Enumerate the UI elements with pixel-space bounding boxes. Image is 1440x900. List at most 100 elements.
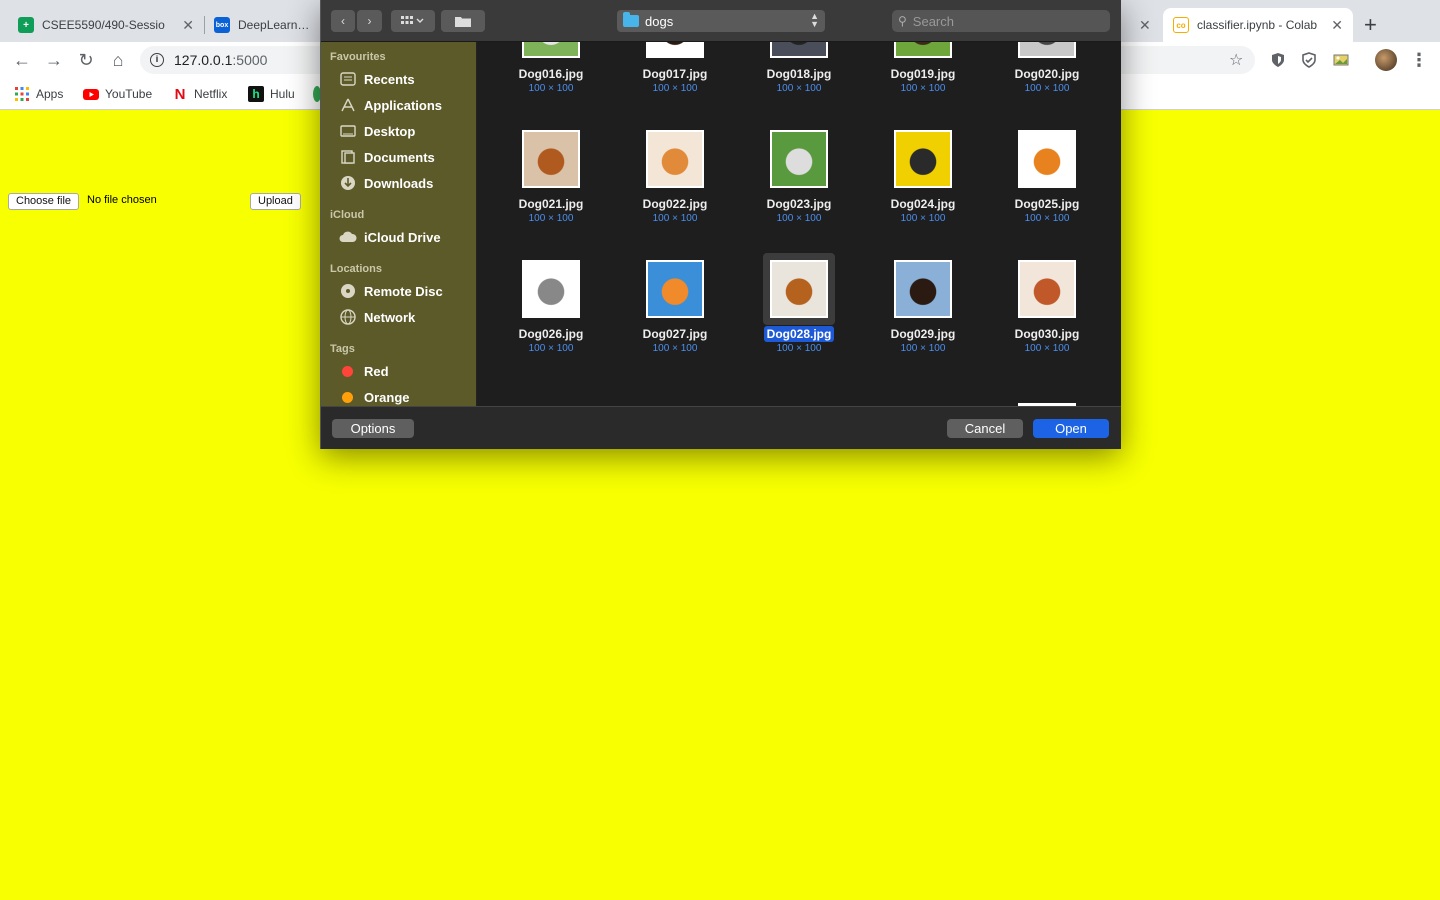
back-chevron-icon[interactable]: ‹	[331, 10, 355, 32]
bookmark-youtube[interactable]: YouTube	[83, 86, 152, 102]
file-thumbnail	[1018, 42, 1076, 58]
applications-icon	[339, 97, 357, 113]
tab-title: CSEE5590/490-Sessio	[42, 18, 165, 32]
file-item[interactable]: Dog017.jpg 100 × 100	[613, 42, 737, 120]
sidebar-item-recents[interactable]: Recents	[339, 68, 415, 90]
disc-icon	[339, 283, 357, 299]
file-item[interactable]: Dog024.jpg 100 × 100	[861, 130, 985, 250]
dog-image	[772, 262, 826, 316]
new-folder-icon[interactable]	[441, 10, 485, 32]
file-item[interactable]: Dog022.jpg 100 × 100	[613, 130, 737, 250]
image-extension-icon[interactable]	[1333, 52, 1349, 68]
file-item[interactable]: Dog016.jpg 100 × 100	[489, 42, 613, 120]
file-item[interactable]: Dog028.jpg 100 × 100	[737, 253, 861, 380]
privacy-extension-icon[interactable]	[1301, 52, 1317, 68]
tab-colab[interactable]: co classifier.ipynb - Colab ✕	[1163, 8, 1353, 42]
forward-arrow-icon[interactable]: →	[44, 50, 64, 70]
close-tab-icon[interactable]: ✕	[1139, 17, 1151, 34]
sidebar-item-label: Downloads	[364, 175, 434, 191]
sidebar-item-network[interactable]: Network	[339, 306, 415, 328]
tab-hidden[interactable]: ✕	[1121, 8, 1161, 42]
sidebar-item-desktop[interactable]: Desktop	[339, 120, 415, 142]
sidebar-heading-icloud: iCloud	[330, 209, 365, 221]
cloud-icon	[339, 229, 357, 245]
file-name-text: Dog020.jpg	[1014, 67, 1080, 81]
file-item[interactable]: Dog020.jpg 100 × 100	[985, 42, 1109, 120]
sidebar-item-downloads[interactable]: Downloads	[339, 172, 433, 194]
dog-image	[1020, 132, 1074, 186]
file-dimensions: 100 × 100	[776, 213, 822, 224]
tab-csee[interactable]: + CSEE5590/490-Sessio ✕	[8, 8, 204, 42]
cancel-button[interactable]: Cancel	[947, 419, 1023, 438]
file-item[interactable]: Dog029.jpg 100 × 100	[861, 260, 985, 380]
folder-path-popup[interactable]: dogs ▲ ▼	[617, 10, 825, 32]
file-item[interactable]: Dog019.jpg 100 × 100	[861, 42, 985, 120]
file-item[interactable]: Dog026.jpg 100 × 100	[489, 260, 613, 380]
dog-image	[772, 42, 826, 56]
info-icon[interactable]: i	[150, 53, 164, 67]
bookmark-hulu[interactable]: h Hulu	[248, 86, 295, 102]
home-icon[interactable]: ⌂	[108, 50, 128, 70]
file-item[interactable]: Dog030.jpg 100 × 100	[985, 260, 1109, 380]
file-name-text: Dog027.jpg	[642, 327, 708, 341]
shield-extension-icon[interactable]	[1270, 52, 1286, 68]
dog-image	[648, 42, 702, 56]
close-tab-icon[interactable]: ✕	[1331, 17, 1343, 34]
current-folder-name: dogs	[645, 13, 674, 29]
downloads-icon	[339, 175, 357, 191]
file-thumbnail	[646, 260, 704, 318]
upload-button[interactable]: Upload	[250, 193, 301, 210]
menu-kebab-icon[interactable]: ⋮	[1409, 50, 1429, 70]
open-button[interactable]: Open	[1033, 419, 1109, 438]
file-item[interactable]: Dog025.jpg 100 × 100	[985, 130, 1109, 250]
red-tag-dot-icon	[342, 365, 353, 377]
icon-grid-icon	[401, 16, 424, 24]
search-field[interactable]: ⚲ Search	[892, 10, 1110, 32]
file-grid: Dog016.jpg 100 × 100 Dog017.jpg 100 × 100 Do…	[477, 42, 1121, 406]
colab-favicon-icon: co	[1173, 17, 1189, 33]
close-tab-icon[interactable]: ✕	[182, 17, 194, 34]
reload-icon[interactable]: ↻	[76, 50, 96, 70]
file-thumbnail	[522, 42, 580, 58]
file-item[interactable]: Dog021.jpg 100 × 100	[489, 130, 613, 250]
dialog-sidebar: Favourites Recents Applications Desktop …	[321, 42, 476, 406]
file-name-text: Dog028.jpg	[763, 326, 835, 342]
bookmark-netflix[interactable]: N Netflix	[172, 86, 228, 103]
bookmark-star-icon[interactable]: ☆	[1229, 50, 1243, 70]
search-icon: ⚲	[898, 14, 907, 28]
updown-chevron-icon: ▲ ▼	[810, 11, 819, 29]
file-item[interactable]: Dog023.jpg 100 × 100	[737, 130, 861, 250]
file-dimensions: 100 × 100	[528, 343, 574, 354]
dog-image	[524, 132, 578, 186]
file-dimensions: 100 × 100	[900, 83, 946, 94]
file-item[interactable]: Dog018.jpg 100 × 100	[737, 42, 861, 120]
bookmark-apps[interactable]: Apps	[14, 86, 63, 102]
search-placeholder: Search	[912, 13, 954, 29]
dog-image	[648, 132, 702, 186]
sidebar-item-icloud-drive[interactable]: iCloud Drive	[339, 226, 441, 248]
sidebar-item-label: iCloud Drive	[364, 229, 441, 245]
choose-file-button[interactable]: Choose file	[8, 193, 80, 210]
file-thumbnail	[1018, 260, 1076, 318]
profile-avatar[interactable]	[1375, 49, 1397, 71]
sidebar-item-label: Applications	[364, 97, 443, 113]
file-name: Dog018.jpg	[737, 67, 861, 81]
file-item[interactable]: Dog027.jpg 100 × 100	[613, 260, 737, 380]
sidebar-item-tag-orange[interactable]: Orange	[339, 386, 410, 406]
options-button[interactable]: Options	[332, 419, 414, 438]
file-dimensions: 100 × 100	[776, 83, 822, 94]
forward-chevron-icon[interactable]: ›	[357, 10, 382, 32]
new-tab-icon[interactable]: +	[1364, 12, 1377, 38]
tab-title: DeepLearning_	[238, 18, 312, 32]
bookmark-label: YouTube	[105, 87, 153, 101]
bookmark-label: Netflix	[194, 87, 228, 101]
sidebar-item-documents[interactable]: Documents	[339, 146, 435, 168]
back-arrow-icon[interactable]: ←	[12, 50, 32, 70]
sidebar-item-tag-red[interactable]: Red	[339, 360, 389, 382]
tab-deeplearning[interactable]: box DeepLearning_	[204, 8, 322, 42]
sidebar-item-label: Orange	[364, 389, 410, 405]
sidebar-item-applications[interactable]: Applications	[339, 94, 442, 116]
sidebar-item-remote-disc[interactable]: Remote Disc	[339, 280, 443, 302]
dog-image	[896, 262, 950, 316]
view-mode-icon[interactable]	[391, 10, 435, 32]
